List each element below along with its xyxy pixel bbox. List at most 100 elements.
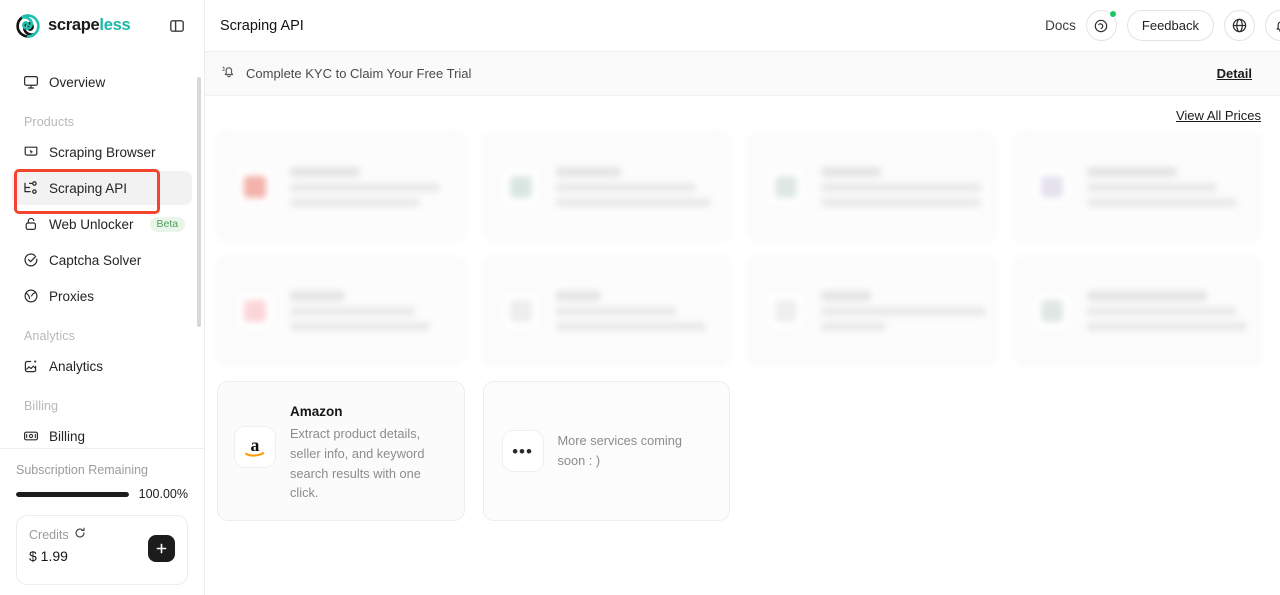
- svg-text:a: a: [251, 435, 260, 455]
- sidebar-item-analytics[interactable]: Analytics: [12, 349, 192, 383]
- page-title: Scraping API: [220, 17, 304, 34]
- status-dot: [1108, 10, 1117, 18]
- service-card-row-3: a Amazon Extract product details, seller…: [217, 381, 1261, 521]
- service-icon-placeholder: [234, 290, 276, 332]
- globe-icon: [1232, 18, 1247, 33]
- service-card-placeholder[interactable]: [748, 257, 996, 365]
- subscription-percent: 100.00%: [138, 487, 188, 501]
- service-card-placeholder[interactable]: [748, 133, 996, 241]
- bell-ring-icon: [220, 63, 237, 85]
- language-button[interactable]: [1224, 10, 1255, 41]
- api-node-icon: [22, 180, 39, 197]
- icon-tint: [509, 300, 532, 322]
- icon-tint: [244, 300, 266, 322]
- notifications-button[interactable]: [1265, 10, 1280, 41]
- placeholder-line: [555, 291, 601, 301]
- feedback-button[interactable]: Feedback: [1126, 10, 1214, 41]
- prices-row: View All Prices: [217, 96, 1261, 133]
- brand-name-part2: less: [99, 16, 131, 35]
- panel-collapse-icon[interactable]: [164, 13, 190, 39]
- credits-card[interactable]: Credits $ 1.99: [16, 515, 188, 585]
- more-services-card-wrapper: ••• More services coming soon : ): [482, 381, 730, 521]
- service-card-placeholder[interactable]: [1013, 257, 1261, 365]
- top-bar: Scraping API Docs Feedback: [205, 0, 1280, 52]
- service-text-placeholder: [290, 291, 448, 331]
- icon-tint: [1040, 300, 1063, 322]
- credits-info: Credits $ 1.99: [29, 527, 86, 564]
- sidebar-item-billing[interactable]: Billing: [12, 419, 192, 448]
- service-text-placeholder: [555, 291, 714, 331]
- service-text-placeholder: [821, 291, 986, 331]
- banknote-icon: [22, 428, 39, 445]
- sidebar-item-scraping-browser[interactable]: Scraping Browser: [12, 135, 192, 169]
- brand-name: scrapeless: [48, 16, 131, 35]
- more-services-card[interactable]: ••• More services coming soon : ): [482, 381, 730, 521]
- content-area: View All Prices a Amazon Extract product…: [205, 96, 1280, 595]
- sidebar-scrollbar[interactable]: [197, 77, 201, 328]
- scrapeless-spiral-logo-icon: [16, 13, 40, 38]
- placeholder-line: [290, 307, 415, 316]
- placeholder-line: [1086, 307, 1237, 316]
- sidebar-item-proxies[interactable]: Proxies: [12, 279, 192, 313]
- subscription-progress: 100.00%: [16, 487, 188, 501]
- service-card-placeholder[interactable]: [217, 257, 465, 365]
- view-all-prices-link[interactable]: View All Prices: [1176, 108, 1261, 123]
- plus-icon: [156, 543, 167, 554]
- kyc-detail-link[interactable]: Detail: [1217, 66, 1252, 81]
- placeholder-line: [1086, 167, 1177, 177]
- service-card-placeholder[interactable]: [217, 133, 465, 241]
- sidebar-item-label: Web Unlocker: [49, 216, 134, 232]
- sidebar-item-web-unlocker[interactable]: Web Unlocker Beta: [12, 207, 192, 241]
- service-text-placeholder: [555, 167, 714, 207]
- placeholder-line: [1086, 183, 1217, 192]
- sidebar-item-captcha-solver[interactable]: Captcha Solver: [12, 243, 192, 277]
- more-services-text: More services coming soon : ): [557, 433, 682, 468]
- service-card-placeholder[interactable]: [482, 133, 730, 241]
- placeholder-line: [290, 198, 420, 207]
- unlock-icon: [22, 216, 39, 233]
- service-name: Amazon: [290, 404, 343, 419]
- sidebar-item-label: Proxies: [49, 288, 95, 304]
- sidebar-item-label: Scraping Browser: [49, 144, 156, 160]
- browser-cursor-icon: [22, 144, 39, 161]
- amazon-logo-icon: a: [234, 426, 276, 468]
- service-text-placeholder: [821, 167, 981, 207]
- placeholder-line: [821, 307, 986, 316]
- sidebar: scrapeless Overview Products Scraping Br…: [0, 0, 205, 595]
- service-icon-placeholder: [499, 290, 542, 332]
- placeholder-line: [290, 291, 345, 301]
- service-description: Extract product details, seller info, an…: [290, 426, 425, 501]
- sidebar-section-products-label: Products: [24, 115, 75, 130]
- sidebar-section-billing-label: Billing: [24, 399, 59, 414]
- placeholder-line: [821, 183, 981, 192]
- sidebar-item-scraping-api[interactable]: Scraping API: [12, 171, 192, 206]
- service-icon-placeholder: [499, 166, 542, 208]
- brand-logo-group[interactable]: scrapeless: [16, 13, 131, 38]
- refresh-icon[interactable]: [74, 527, 86, 542]
- ellipsis-icon: •••: [501, 430, 544, 472]
- kyc-banner-message-group: Complete KYC to Claim Your Free Trial: [220, 63, 471, 85]
- subscription-progress-fill: [16, 491, 129, 497]
- icon-tint: [775, 176, 797, 198]
- sidebar-item-overview[interactable]: Overview: [12, 65, 192, 99]
- placeholder-line: [1086, 291, 1207, 301]
- placeholder-line: [821, 167, 881, 177]
- add-credits-button[interactable]: [148, 535, 175, 562]
- credits-label-row: Credits: [29, 527, 86, 542]
- docs-link[interactable]: Docs: [1045, 18, 1076, 33]
- service-icon-placeholder: [234, 166, 276, 208]
- sidebar-item-label: Overview: [49, 74, 106, 90]
- service-icon-placeholder: [765, 290, 807, 332]
- placeholder-line: [1086, 198, 1237, 207]
- check-circle-icon: [22, 252, 39, 269]
- sidebar-item-label: Analytics: [49, 358, 104, 374]
- credits-amount: $ 1.99: [29, 548, 68, 564]
- service-text-placeholder: [1086, 291, 1247, 331]
- placeholder-line: [555, 183, 696, 192]
- service-card-placeholder[interactable]: [1013, 133, 1261, 241]
- subscription-remaining-label: Subscription Remaining: [16, 463, 149, 477]
- service-card-amazon[interactable]: a Amazon Extract product details, seller…: [217, 381, 465, 521]
- service-card-placeholder[interactable]: [482, 257, 730, 365]
- beta-badge: Beta: [149, 216, 186, 232]
- support-button[interactable]: [1085, 10, 1117, 41]
